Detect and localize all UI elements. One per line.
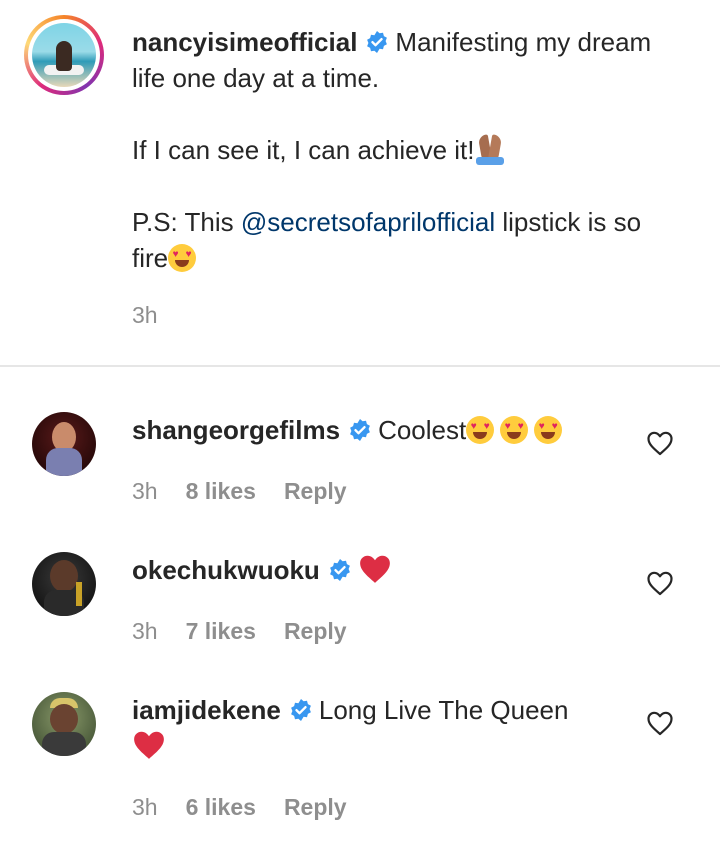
verified-badge-icon [348, 418, 372, 442]
divider [0, 365, 720, 367]
post-timestamp: 3h [132, 302, 158, 328]
reply-button[interactable]: Reply [284, 794, 347, 820]
like-heart-icon[interactable] [646, 710, 674, 736]
comment-time: 3h [132, 618, 158, 644]
commenter-avatar[interactable] [32, 412, 96, 476]
commenter-avatar[interactable] [32, 552, 96, 616]
comment-text: shangeorgefilms Coolest ♥ ♥ ♥ ♥ ♥ ♥ [132, 412, 612, 448]
comment-likes[interactable]: 8 likes [186, 478, 256, 504]
comment-body: Coolest [378, 415, 467, 445]
comment-meta: 3h 7 likes Reply [132, 618, 375, 645]
commenter-username[interactable]: shangeorgefilms [132, 415, 340, 445]
caption-line-2-container: If I can see it, I can achieve it! [132, 132, 672, 168]
profile-photo-icon [32, 23, 96, 87]
caption-ps-prefix: P.S: This [132, 207, 241, 237]
verified-badge-icon [328, 558, 352, 582]
mention-link[interactable]: @secretsofaprilofficial [241, 207, 495, 237]
post-author-avatar[interactable] [24, 15, 104, 95]
red-heart-emoji-icon [132, 729, 166, 761]
comment-body: Long Live The Queen [318, 695, 569, 725]
post-caption-section: nancyisimeofficial Manifesting my dream l… [0, 0, 720, 366]
caption-line-2: If I can see it, I can achieve it! [132, 135, 475, 165]
folded-hands-emoji-icon [475, 133, 505, 165]
comment-likes[interactable]: 6 likes [186, 794, 256, 820]
reply-button[interactable]: Reply [284, 478, 347, 504]
red-heart-emoji-icon [358, 553, 392, 585]
commenter-username[interactable]: okechukwuoku [132, 555, 320, 585]
comment-meta: 3h 6 likes Reply [132, 794, 375, 821]
heart-eyes-emoji-icon: ♥ ♥ [534, 416, 563, 444]
like-heart-icon[interactable] [646, 430, 674, 456]
comment-likes[interactable]: 7 likes [186, 618, 256, 644]
post-author-username[interactable]: nancyisimeofficial [132, 27, 357, 57]
comment-time: 3h [132, 478, 158, 504]
comment-text: okechukwuoku [132, 552, 612, 588]
comment-time: 3h [132, 794, 158, 820]
like-heart-icon[interactable] [646, 570, 674, 596]
heart-eyes-emoji-icon: ♥ ♥ [168, 244, 197, 272]
comment-text: iamjidekene Long Live The Queen [132, 692, 612, 764]
heart-eyes-emoji-icon: ♥ ♥ [466, 416, 495, 444]
commenter-username[interactable]: iamjidekene [132, 695, 281, 725]
post-caption: nancyisimeofficial Manifesting my dream l… [132, 24, 672, 276]
comment-meta: 3h 8 likes Reply [132, 478, 375, 505]
heart-eyes-emoji-icon: ♥ ♥ [500, 416, 529, 444]
commenter-avatar[interactable] [32, 692, 96, 756]
verified-badge-icon [365, 30, 389, 54]
caption-ps: P.S: This @secretsofaprilofficial lipsti… [132, 204, 672, 276]
reply-button[interactable]: Reply [284, 618, 347, 644]
verified-badge-icon [289, 698, 313, 722]
